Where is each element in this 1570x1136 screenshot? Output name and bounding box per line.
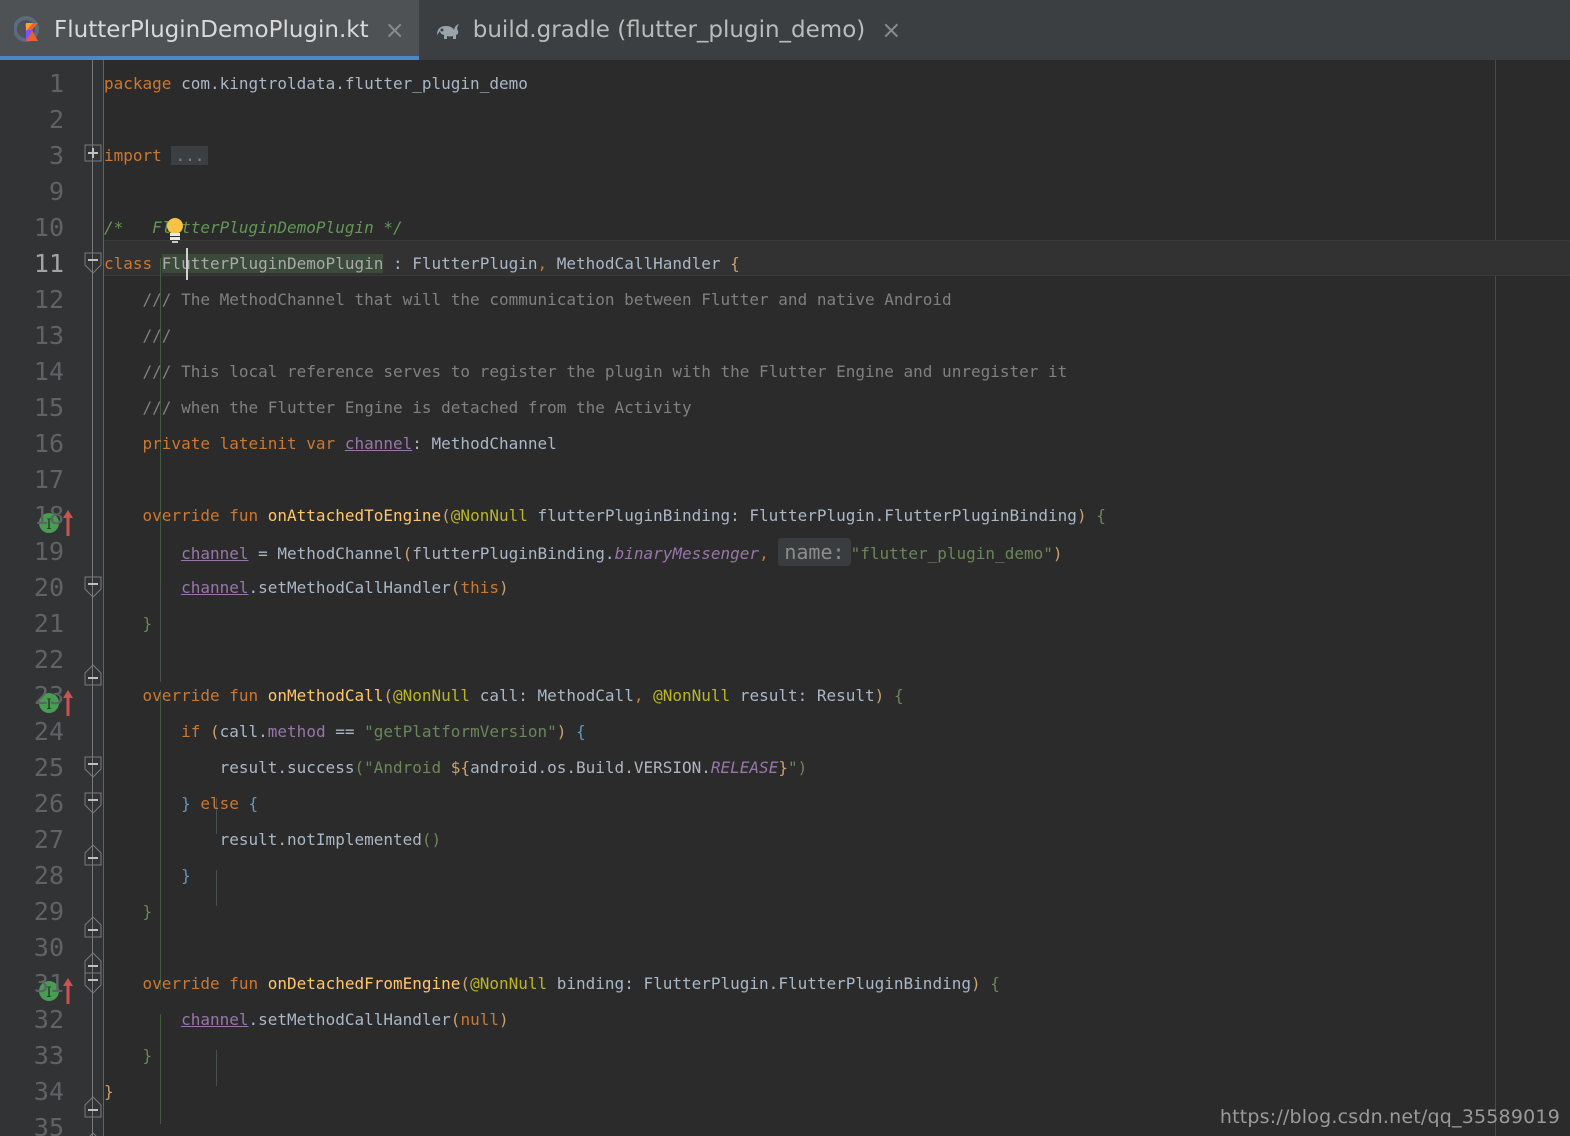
line-number: 21 bbox=[0, 606, 64, 642]
line-number: 33 bbox=[0, 1038, 64, 1074]
line-number: 11 bbox=[0, 246, 64, 282]
code-line-28[interactable]: } bbox=[104, 858, 191, 894]
line-number: 2 bbox=[0, 102, 64, 138]
watermark-text: https://blog.csdn.net/qq_35589019 bbox=[1220, 1106, 1560, 1128]
tab-build-gradle[interactable]: build.gradle (flutter_plugin_demo) × bbox=[419, 0, 916, 60]
code-line-31[interactable]: override fun onDetachedFromEngine(@NonNu… bbox=[104, 966, 1000, 1002]
line-number: 16 bbox=[0, 426, 64, 462]
code-line-16[interactable]: private lateinit var channel: MethodChan… bbox=[104, 426, 557, 462]
code-line-24[interactable]: if (call.method == "getPlatformVersion")… bbox=[104, 714, 586, 750]
line-number: 19 bbox=[0, 534, 64, 570]
code-line-11[interactable]: class FlutterPluginDemoPlugin : FlutterP… bbox=[104, 246, 740, 282]
code-line-12[interactable]: /// The MethodChannel that will the comm… bbox=[104, 282, 952, 318]
line-number: 31 bbox=[0, 966, 64, 1002]
line-number: 29 bbox=[0, 894, 64, 930]
line-number: 25 bbox=[0, 750, 64, 786]
line-number: 30 bbox=[0, 930, 64, 966]
tab-label: FlutterPluginDemoPlugin.kt bbox=[54, 17, 369, 43]
tab-flutterplugindemoplugin-kt[interactable]: FlutterPluginDemoPlugin.kt × bbox=[0, 0, 419, 60]
code-line-3[interactable]: import ... bbox=[104, 138, 208, 174]
line-number: 18 bbox=[0, 498, 64, 534]
line-number: 15 bbox=[0, 390, 64, 426]
line-number: 26 bbox=[0, 786, 64, 822]
code-line-19[interactable]: channel = MethodChannel(flutterPluginBin… bbox=[104, 534, 1063, 572]
code-line-32[interactable]: channel.setMethodCallHandler(null) bbox=[104, 1002, 509, 1038]
line-number: 12 bbox=[0, 282, 64, 318]
editor-tab-bar: FlutterPluginDemoPlugin.kt × build.gradl… bbox=[0, 0, 1570, 60]
caret-word-highlight: FlutterPluginDemoPlugin bbox=[162, 254, 384, 273]
code-editor[interactable]: I I I 1 2 3 9 10 11 12 13 14 15 16 17 18… bbox=[0, 60, 1570, 1136]
code-line-23[interactable]: override fun onMethodCall(@NonNull call:… bbox=[104, 678, 904, 714]
line-number: 32 bbox=[0, 1002, 64, 1038]
code-line-33[interactable]: } bbox=[104, 1038, 152, 1074]
line-number: 3 bbox=[0, 138, 64, 174]
lightbulb-icon[interactable] bbox=[123, 218, 142, 237]
line-number: 17 bbox=[0, 462, 64, 498]
line-number: 14 bbox=[0, 354, 64, 390]
line-number: 28 bbox=[0, 858, 64, 894]
line-number: 35 bbox=[0, 1110, 64, 1136]
lightbulb-icon[interactable] bbox=[160, 214, 190, 244]
kotlin-file-icon bbox=[14, 15, 44, 45]
code-line-21[interactable]: } bbox=[104, 606, 152, 642]
tab-label: build.gradle (flutter_plugin_demo) bbox=[473, 17, 865, 43]
line-number: 13 bbox=[0, 318, 64, 354]
line-number: 20 bbox=[0, 570, 64, 606]
code-line-15[interactable]: /// when the Flutter Engine is detached … bbox=[104, 390, 692, 426]
code-line-26[interactable]: } else { bbox=[104, 786, 258, 822]
code-line-1[interactable]: package com.kingtroldata.flutter_plugin_… bbox=[104, 66, 528, 102]
code-line-27[interactable]: result.notImplemented() bbox=[104, 822, 441, 858]
param-hint-name: name: bbox=[778, 538, 850, 566]
gradle-elephant-icon bbox=[433, 15, 463, 45]
line-number: 22 bbox=[0, 642, 64, 678]
line-number: 23 bbox=[0, 678, 64, 714]
code-line-34[interactable]: } bbox=[104, 1074, 114, 1110]
code-line-18[interactable]: override fun onAttachedToEngine(@NonNull… bbox=[104, 498, 1106, 534]
code-line-14[interactable]: /// This local reference serves to regis… bbox=[104, 354, 1067, 390]
code-line-25[interactable]: result.success("Android ${android.os.Bui… bbox=[104, 750, 807, 786]
line-number: 34 bbox=[0, 1074, 64, 1110]
close-icon[interactable]: × bbox=[385, 18, 405, 42]
line-number: 24 bbox=[0, 714, 64, 750]
code-line-10[interactable]: /* FlutterPluginDemoPlugin */ bbox=[104, 210, 403, 246]
text-caret bbox=[186, 248, 188, 280]
line-number: 10 bbox=[0, 210, 64, 246]
code-line-29[interactable]: } bbox=[104, 894, 152, 930]
code-line-13[interactable]: /// bbox=[104, 318, 171, 354]
fold-placeholder[interactable]: ... bbox=[171, 146, 208, 165]
line-number: 27 bbox=[0, 822, 64, 858]
close-icon[interactable]: × bbox=[881, 18, 901, 42]
line-number: 9 bbox=[0, 174, 64, 210]
line-number: 1 bbox=[0, 66, 64, 102]
code-line-20[interactable]: channel.setMethodCallHandler(this) bbox=[104, 570, 509, 606]
